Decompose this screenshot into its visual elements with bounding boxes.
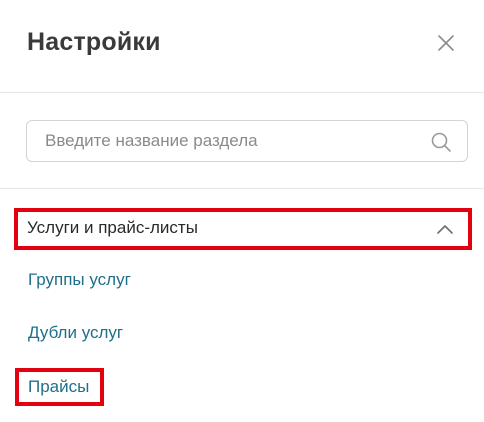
search-input[interactable]: [45, 121, 425, 161]
nav-link-prices[interactable]: Прайсы: [15, 368, 104, 406]
panel-header: Настройки: [0, 0, 484, 93]
search-section: [0, 94, 484, 189]
nav-link-service-groups[interactable]: Группы услуг: [28, 270, 131, 290]
section-header-services-pricelists[interactable]: Услуги и прайс-листы: [14, 208, 472, 250]
search-icon[interactable]: [430, 131, 452, 153]
nav-link-prices-label: Прайсы: [28, 377, 90, 396]
settings-panel: Настройки Услуги и прайс-листы Группы ус…: [0, 0, 484, 422]
search-box[interactable]: [26, 120, 468, 162]
nav-link-service-duplicates[interactable]: Дубли услуг: [28, 323, 123, 343]
chevron-up-icon: [437, 225, 453, 234]
panel-title: Настройки: [27, 28, 161, 56]
close-button[interactable]: [432, 29, 460, 57]
section-label: Услуги и прайс-листы: [27, 218, 198, 237]
close-icon: [438, 35, 454, 51]
